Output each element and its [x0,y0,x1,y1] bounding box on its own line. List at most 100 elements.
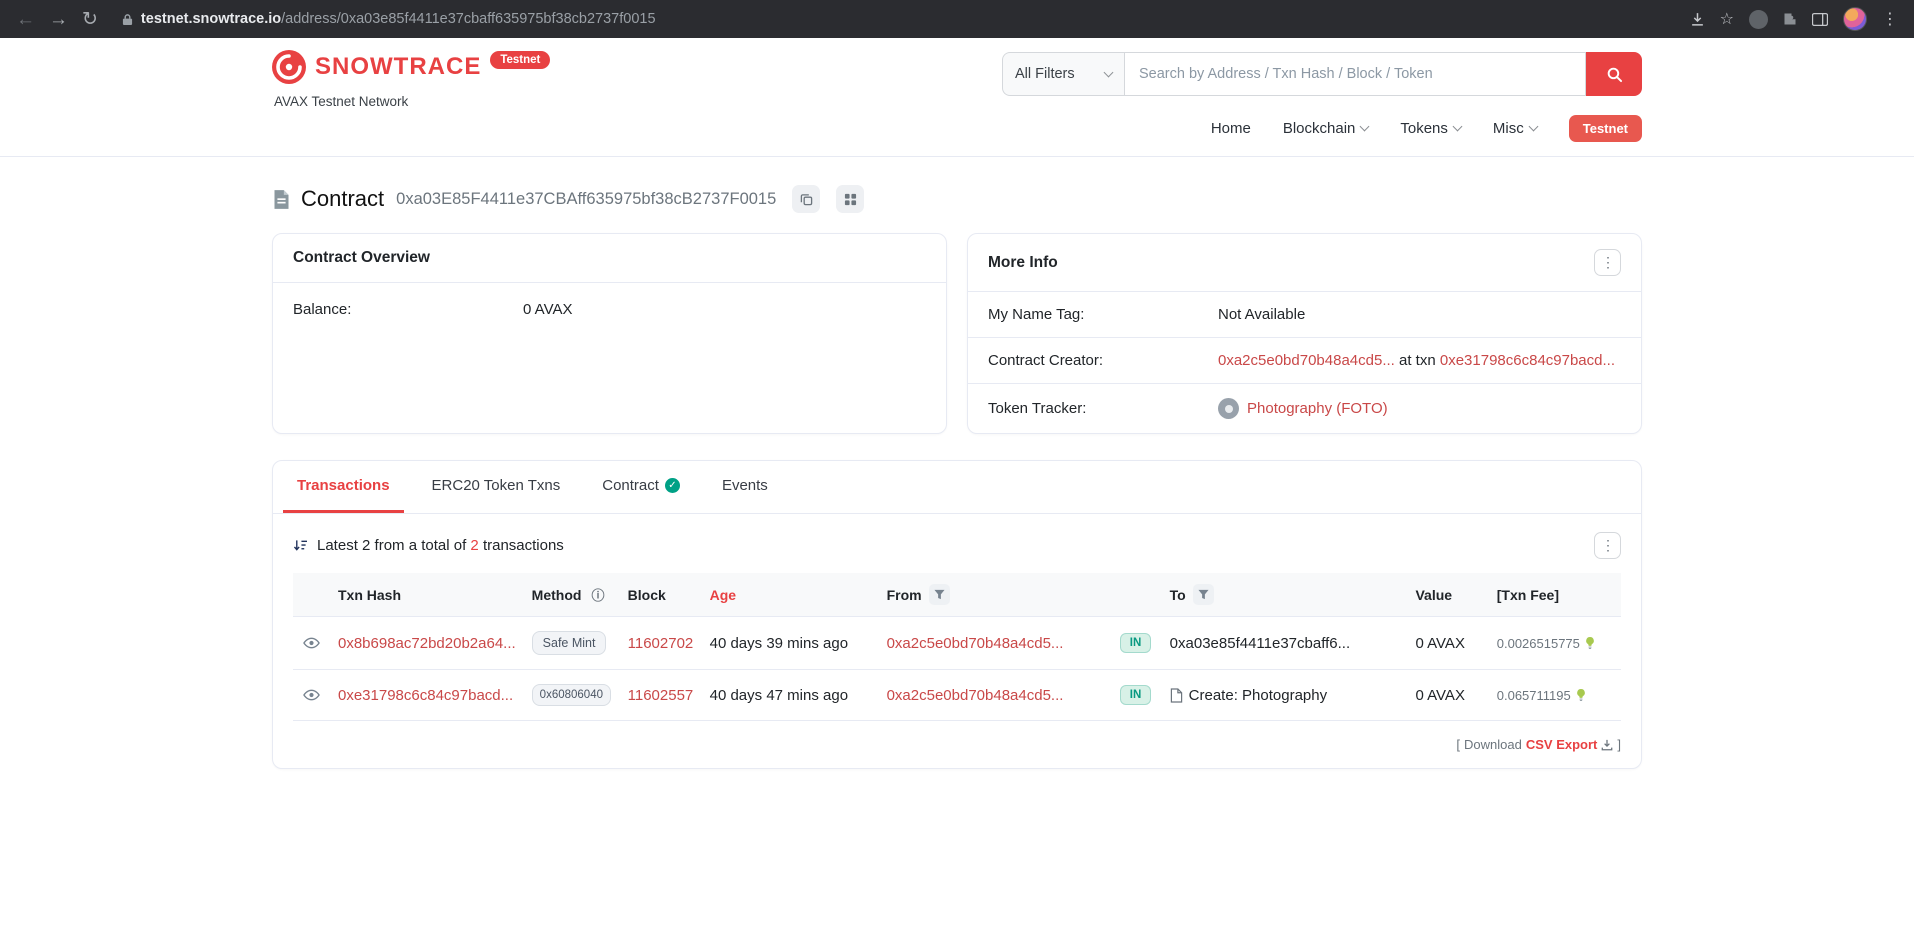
csv-export-link[interactable]: CSV Export [1526,737,1598,752]
direction-badge: IN [1120,685,1152,705]
logo[interactable]: SNOWTRACE Testnet [272,50,550,84]
txn-hash-link[interactable]: 0x8b698ac72bd20b2a64... [338,635,516,652]
nav-item-home[interactable]: Home [1211,120,1251,137]
main-content: Contract 0xa03E85F4411e37CBAff635975bf38… [272,185,1642,769]
transaction-row: 0x8b698ac72bd20b2a64... Safe Mint 116027… [293,617,1621,670]
lightbulb-icon[interactable] [1585,636,1595,650]
profile-avatar[interactable] [1843,7,1867,31]
url-host: testnet.snowtrace.io [141,11,281,27]
browser-forward-icon[interactable]: → [49,10,68,29]
age-value: 40 days 39 mins ago [710,635,848,652]
browser-back-icon[interactable]: ← [16,10,35,29]
url-path: /address/0xa03e85f4411e37cbaff635975bf38… [281,11,655,27]
qr-code-button[interactable] [836,185,864,213]
sort-icon [293,539,308,552]
chevron-down-icon [1360,122,1370,132]
contract-creator-label: Contract Creator: [988,352,1218,369]
table-header-row: Txn Hash Methodⓘ Block Age From To Value… [293,573,1621,617]
token-tracker-link[interactable]: Photography (FOTO) [1247,400,1388,417]
balance-row: Balance: 0 AVAX [273,283,946,332]
transactions-menu-button[interactable]: ⋮ [1594,532,1621,559]
nav-item-tokens[interactable]: Tokens [1400,120,1461,137]
network-label: AVAX Testnet Network [272,94,550,109]
from-address-link[interactable]: 0xa2c5e0bd70b48a4cd5... [887,635,1064,652]
download-csv-icon [1601,739,1613,751]
copy-icon [800,193,813,206]
txn-fee-cell: 0.065711195 [1497,688,1613,703]
transaction-row: 0xe31798c6c84c97bacd... 0x60806040 11602… [293,670,1621,721]
block-link[interactable]: 11602702 [628,635,694,652]
copy-address-button[interactable] [792,185,820,213]
nav-item-blockchain[interactable]: Blockchain [1283,120,1369,137]
more-info-menu-button[interactable]: ⋮ [1594,249,1621,276]
preview-txn-button[interactable] [301,687,322,703]
more-info-card: More Info ⋮ My Name Tag: Not Available C… [967,233,1642,434]
browser-reload-icon[interactable]: ↻ [82,10,98,29]
chevron-down-icon [1452,122,1462,132]
transactions-card: Transactions ERC20 Token Txns Contract✓ … [272,460,1642,769]
preview-txn-button[interactable] [301,635,322,651]
contract-overview-title: Contract Overview [293,249,430,267]
creator-txn-link[interactable]: 0xe31798c6c84c97bacd... [1440,352,1615,369]
tab-contract[interactable]: Contract✓ [588,461,694,513]
funnel-icon [934,589,945,600]
name-tag-row: My Name Tag: Not Available [968,292,1641,338]
funnel-icon [1198,589,1209,600]
contract-creator-value: 0xa2c5e0bd70b48a4cd5... at txn 0xe31798c… [1218,352,1615,369]
from-filter-button[interactable] [929,584,950,605]
page-title: Contract [301,186,384,212]
extensions-puzzle-icon[interactable] [1783,12,1797,26]
at-txn-text: at txn [1399,352,1436,369]
transactions-body: Latest 2 from a total of 2 transactions … [273,514,1641,768]
tab-transactions[interactable]: Transactions [283,461,404,513]
txn-fee-cell: 0.0026515775 [1497,636,1613,651]
nav-item-misc[interactable]: Misc [1493,120,1537,137]
info-icon[interactable]: ⓘ [591,585,604,604]
tab-events[interactable]: Events [708,461,782,513]
col-value: Value [1407,573,1488,617]
token-tracker-label: Token Tracker: [988,400,1218,417]
logo-text: SNOWTRACE [315,53,481,81]
page-title-row: Contract 0xa03E85F4411e37CBAff635975bf38… [272,185,1642,213]
txn-hash-link[interactable]: 0xe31798c6c84c97bacd... [338,687,513,704]
side-panel-icon[interactable] [1812,13,1828,26]
main-nav: Home Blockchain Tokens Misc Testnet [272,109,1642,156]
address-bar[interactable]: testnet.snowtrace.io/address/0xa03e85f44… [122,11,1666,27]
age-value: 40 days 47 mins ago [710,687,848,704]
col-eye [293,573,330,617]
document-icon [1170,688,1183,703]
csv-export-row: [ Download CSV Export ] [293,737,1621,752]
logo-block: SNOWTRACE Testnet AVAX Testnet Network [272,50,550,109]
contract-creator-row: Contract Creator: 0xa2c5e0bd70b48a4cd5..… [968,338,1641,384]
testnet-network-button[interactable]: Testnet [1569,115,1642,142]
snowtrace-logo-icon [272,50,306,84]
transactions-table: Txn Hash Methodⓘ Block Age From To Value… [293,573,1621,721]
lightbulb-icon[interactable] [1576,688,1586,702]
value-cell: 0 AVAX [1415,635,1464,652]
col-age[interactable]: Age [702,573,879,617]
search-filter-label: All Filters [1015,66,1075,82]
creator-address-link[interactable]: 0xa2c5e0bd70b48a4cd5... [1218,352,1395,369]
extension-icon-1[interactable] [1749,10,1768,29]
token-logo-icon [1218,398,1239,419]
block-link[interactable]: 11602557 [628,687,694,704]
more-info-header: More Info ⋮ [968,234,1641,292]
search-button[interactable] [1586,52,1642,96]
transactions-summary: Latest 2 from a total of 2 transactions [293,537,564,554]
search-icon [1606,66,1623,83]
download-icon[interactable] [1690,12,1705,27]
from-address-link[interactable]: 0xa2c5e0bd70b48a4cd5... [887,687,1064,704]
token-tracker-value: Photography (FOTO) [1218,398,1388,419]
token-tracker-row: Token Tracker: Photography (FOTO) [968,384,1641,433]
balance-label: Balance: [293,301,523,318]
browser-menu-icon[interactable]: ⋮ [1882,9,1898,29]
search-input[interactable] [1124,52,1586,96]
verified-check-icon: ✓ [665,478,680,493]
tab-erc20-token-txns[interactable]: ERC20 Token Txns [418,461,575,513]
contract-icon [272,189,291,210]
search-filter-select[interactable]: All Filters [1002,52,1124,96]
bookmark-star-icon[interactable]: ☆ [1720,9,1734,29]
overview-cards: Contract Overview Balance: 0 AVAX More I… [272,233,1642,434]
to-filter-button[interactable] [1193,584,1214,605]
lock-icon [122,13,133,26]
